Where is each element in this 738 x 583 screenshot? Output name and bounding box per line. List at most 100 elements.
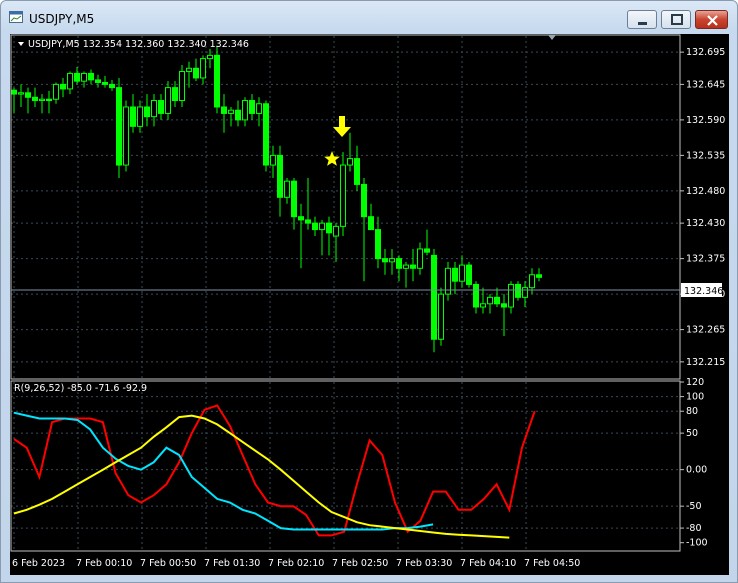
candle-body-bear (130, 106, 136, 127)
candle-body-bull (256, 103, 262, 114)
candle-body-bear (109, 83, 115, 89)
maximize-button[interactable] (661, 10, 691, 29)
current-price-label: 132.346 (684, 286, 723, 297)
candle-body-bull (487, 296, 493, 305)
candle-body-bear (193, 67, 199, 79)
candle-body-bull (207, 54, 213, 60)
candle-body-bear (102, 81, 108, 85)
candle-body-bull (389, 258, 395, 263)
candle-body-bear (361, 183, 367, 218)
indicator-tick-label: 120 (686, 377, 704, 388)
candle-body-bear (46, 98, 52, 102)
candle-body-bull (438, 293, 444, 340)
indicator-tick-label: 80 (686, 406, 698, 417)
candle-body-bear (88, 72, 94, 81)
candle (466, 261, 472, 288)
time-tick-label: 7 Feb 02:10 (268, 558, 324, 569)
candle-body-bear (536, 274, 542, 278)
indicator-tick-label: -80 (686, 523, 702, 534)
candle (340, 152, 346, 237)
candle-body-bear (60, 83, 66, 90)
candle-body-bull (459, 264, 465, 282)
indicator-tick-label: 100 (686, 392, 704, 403)
candle (123, 100, 129, 172)
price-tick-label: 132.480 (686, 186, 725, 197)
candle-body-bull (340, 164, 346, 227)
candle-body-bear (424, 248, 430, 253)
candle-body-bull (508, 283, 514, 308)
candle-body-bear (382, 258, 388, 263)
price-tick-label: 132.645 (686, 79, 725, 90)
candle-body-bear (32, 96, 38, 102)
candle-body-bear (431, 254, 437, 340)
candle-body-bear (368, 216, 374, 231)
candle-body-bear (214, 54, 220, 108)
minimize-button[interactable] (627, 10, 657, 29)
title-bar[interactable]: USDJPY,M5 (1, 1, 737, 33)
candle-body-bull (165, 87, 171, 114)
candle-body-bull (81, 72, 87, 82)
candle-body-bull (522, 287, 528, 298)
time-tick-label: 7 Feb 01:30 (204, 558, 260, 569)
candle-body-bear (11, 89, 17, 95)
candle-body-bear (277, 154, 283, 198)
window-title: USDJPY,M5 (29, 12, 95, 26)
candle-body-bull (137, 106, 143, 127)
candle-body-bear (466, 264, 472, 285)
candle-body-bull (242, 100, 248, 121)
time-tick-label: 7 Feb 02:50 (332, 558, 388, 569)
candle-body-bull (529, 274, 535, 289)
candle-body-bear (354, 158, 360, 185)
candle-body-bear (158, 100, 164, 114)
candle-body-bear (263, 103, 269, 166)
candle-body-bear (326, 222, 332, 234)
price-chart[interactable]: 6 Feb 2023 7 Feb 00:10 7 Feb 00:50 7 Feb 01… (10, 34, 729, 575)
price-tick-label: 132.265 (686, 325, 725, 336)
candle-body-bear (25, 92, 31, 98)
minimize-icon (638, 22, 647, 25)
candle-body-bull (319, 222, 325, 231)
candle-body-bull (18, 92, 24, 95)
candle (438, 287, 444, 346)
candle-body-bull (151, 100, 157, 118)
candle-body-bear (410, 264, 416, 269)
candle-body-bear (95, 79, 101, 83)
candle-body-bear (298, 216, 304, 221)
indicator-tick-label: -50 (686, 501, 702, 512)
candle-body-bear (396, 258, 402, 269)
candle-body-bear (221, 106, 227, 114)
candle (431, 248, 437, 353)
candle-body-bull (39, 98, 45, 102)
price-tick-label: 132.695 (686, 47, 725, 58)
candle-body-bull (333, 225, 339, 237)
restore-icon (671, 14, 683, 25)
indicator-tick-label: 0.00 (686, 465, 707, 476)
price-tick-label: 132.430 (686, 218, 725, 229)
close-icon (707, 15, 718, 26)
candle-body-bear (74, 72, 80, 82)
price-tick-label: 132.215 (686, 357, 725, 368)
price-tick-label: 132.375 (686, 254, 725, 265)
candle-body-bear (515, 283, 521, 298)
candle-body-bull (53, 83, 59, 100)
candle-body-bull (270, 154, 276, 166)
time-tick-label: 7 Feb 00:10 (76, 558, 132, 569)
candle-body-bear (172, 87, 178, 102)
candle-body-bull (228, 109, 234, 114)
candle-body-bear (452, 267, 458, 282)
chart-window: USDJPY,M5 6 Feb 2023 7 Feb 00:10 7 Feb 00:… (0, 0, 738, 583)
time-tick-label: 7 Feb 04:50 (524, 558, 580, 569)
candle-body-bull (67, 72, 73, 90)
candle-body-bull (179, 70, 185, 102)
candle-body-bear (144, 106, 150, 118)
candle-body-bull (480, 303, 486, 308)
indicator-tick-label: 50 (686, 428, 698, 439)
candle-body-bull (284, 180, 290, 198)
main-panel-header: USDJPY,M5 132.354 132.360 132.340 132.34… (28, 39, 249, 50)
close-button[interactable] (695, 10, 728, 29)
candle (116, 77, 122, 178)
time-tick-label: 7 Feb 00:50 (140, 558, 196, 569)
chart-area[interactable]: 6 Feb 2023 7 Feb 00:10 7 Feb 00:50 7 Feb 01… (10, 34, 729, 575)
candle-body-bear (501, 303, 507, 308)
indicator-tick-label: -100 (686, 538, 708, 549)
